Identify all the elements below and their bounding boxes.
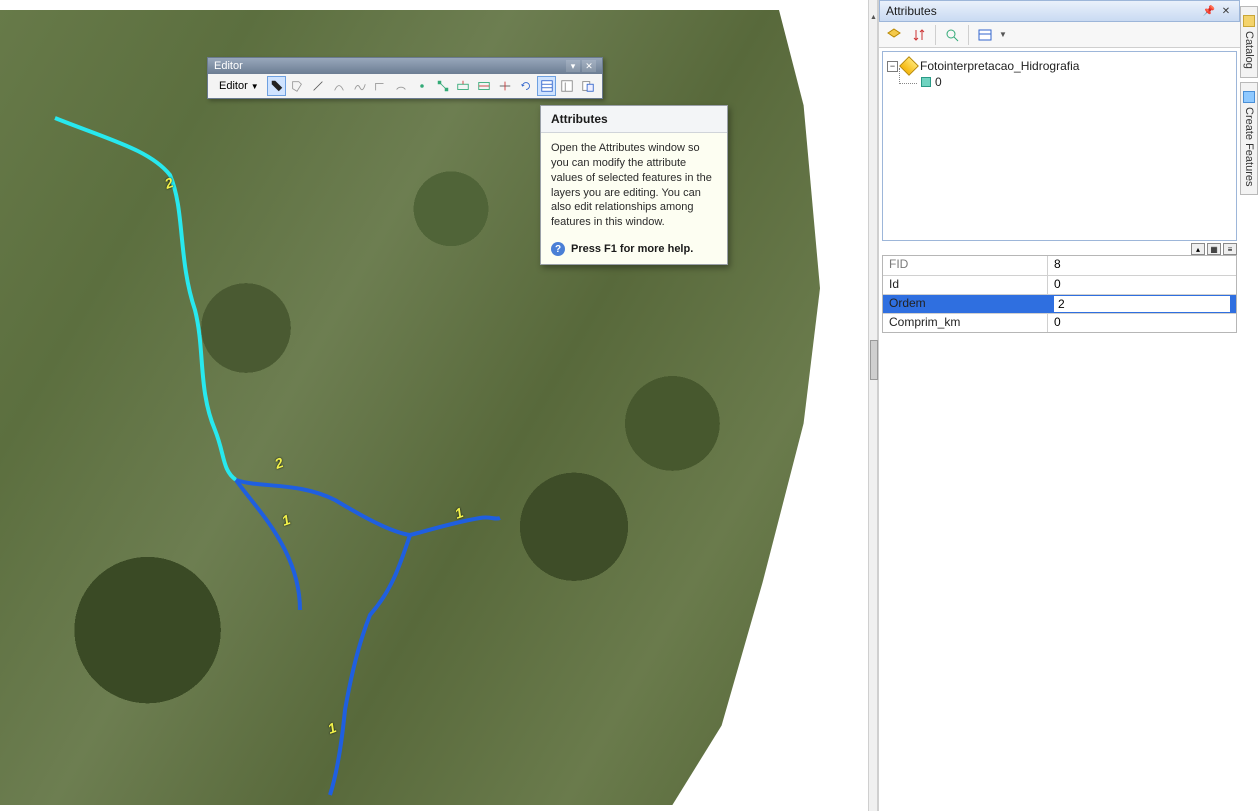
feature-tree[interactable]: − Fotointerpretacao_Hidrografia 0	[882, 51, 1237, 241]
attributes-panel: Attributes 📌 ✕ ▼ − Fotointerpretacao_Hid…	[878, 0, 1240, 811]
grid-key: Comprim_km	[883, 314, 1048, 332]
cut-polygons-tool[interactable]	[474, 76, 494, 96]
arc-segment-tool[interactable]	[329, 76, 349, 96]
docked-tabs: Catalog Create Features	[1240, 6, 1260, 199]
grid-value[interactable]: 0	[1048, 276, 1236, 294]
tab-catalog[interactable]: Catalog	[1240, 6, 1258, 78]
grid-row[interactable]: Id 0	[883, 275, 1236, 294]
edit-vertices-tool[interactable]	[433, 76, 453, 96]
tooltip-help-text: Press F1 for more help.	[571, 243, 693, 255]
grid-row[interactable]: Comprim_km 0	[883, 313, 1236, 332]
editor-toolbar[interactable]: Editor ▾ ✕ Editor ▼	[207, 57, 603, 99]
attributes-panel-toolbar: ▼	[879, 22, 1240, 48]
attributes-tooltip: Attributes Open the Attributes window so…	[540, 105, 728, 265]
map-view[interactable]: 2 2 1 1 1 Editor ▾ ✕ Editor ▼	[0, 0, 868, 811]
tooltip-help: ? Press F1 for more help.	[541, 236, 727, 264]
tooltip-body: Open the Attributes window so you can mo…	[541, 133, 727, 236]
edit-annotation-tool[interactable]	[287, 76, 307, 96]
grid-view-icon[interactable]: ▦	[1207, 243, 1221, 255]
close-icon[interactable]: ✕	[1219, 4, 1233, 18]
tree-layer-row[interactable]: − Fotointerpretacao_Hidrografia	[887, 58, 1232, 74]
grid-value[interactable]: 0	[1048, 314, 1236, 332]
point-tool[interactable]	[412, 76, 432, 96]
straight-segment-tool[interactable]	[308, 76, 328, 96]
attributes-button[interactable]	[537, 76, 557, 96]
splitter-collapse-icon[interactable]: ▲	[870, 14, 877, 21]
zoom-to-icon[interactable]	[941, 24, 963, 46]
splitter-grip[interactable]	[870, 340, 878, 380]
tab-create-features-label: Create Features	[1243, 107, 1255, 186]
grid-row: FID 8	[883, 256, 1236, 275]
attributes-panel-header[interactable]: Attributes 📌 ✕	[879, 0, 1240, 22]
layer-selection-icon[interactable]	[883, 24, 905, 46]
chevron-down-icon[interactable]: ▼	[999, 30, 1007, 39]
create-features-icon	[1243, 91, 1255, 103]
help-icon: ?	[551, 242, 565, 256]
ordem-input[interactable]	[1054, 296, 1230, 312]
pane-splitter[interactable]: ▲	[868, 0, 878, 811]
grid-row-selected[interactable]: Ordem	[883, 294, 1236, 313]
split-tool[interactable]	[495, 76, 515, 96]
tab-catalog-label: Catalog	[1243, 31, 1255, 69]
tooltip-title: Attributes	[541, 106, 727, 133]
tab-create-features[interactable]: Create Features	[1240, 82, 1258, 195]
toolbar-options-icon[interactable]: ▾	[566, 60, 580, 72]
tree-feature-label: 0	[935, 75, 942, 89]
sort-icon[interactable]	[908, 24, 930, 46]
endpoint-arc-tool[interactable]	[391, 76, 411, 96]
grid-key: Id	[883, 276, 1048, 294]
close-icon[interactable]: ✕	[582, 60, 596, 72]
grid-list-icon[interactable]: ≡	[1223, 243, 1237, 255]
catalog-icon	[1243, 15, 1255, 27]
attributes-panel-title: Attributes	[886, 4, 937, 18]
pin-icon[interactable]: 📌	[1202, 4, 1216, 18]
layer-icon	[899, 56, 919, 76]
reshape-tool[interactable]	[454, 76, 474, 96]
collapse-icon[interactable]: −	[887, 61, 898, 72]
grid-expand-icon[interactable]: ▴	[1191, 243, 1205, 255]
grid-key: FID	[883, 256, 1048, 275]
grid-value-editing[interactable]	[1048, 295, 1236, 313]
editor-toolbar-title[interactable]: Editor ▾ ✕	[208, 58, 602, 74]
chevron-down-icon: ▼	[251, 82, 259, 91]
editor-menu-label: Editor	[219, 80, 248, 92]
sketch-properties-button[interactable]	[557, 76, 577, 96]
tree-feature-row[interactable]: 0	[887, 74, 1232, 90]
attribute-grid[interactable]: FID 8 Id 0 Ordem Comprim_km 0	[882, 255, 1237, 333]
grid-value: 8	[1048, 256, 1236, 275]
editor-menu[interactable]: Editor ▼	[212, 77, 266, 95]
edit-tool[interactable]	[267, 76, 287, 96]
grid-key: Ordem	[883, 295, 1048, 313]
feature-icon	[921, 77, 931, 87]
table-options-icon[interactable]	[974, 24, 996, 46]
grid-controls: ▴ ▦ ≡	[879, 241, 1240, 255]
tree-layer-label: Fotointerpretacao_Hidrografia	[920, 59, 1079, 73]
editor-toolbar-title-text: Editor	[214, 60, 243, 72]
rotate-tool[interactable]	[516, 76, 536, 96]
trace-tool[interactable]	[350, 76, 370, 96]
create-features-button[interactable]	[578, 76, 598, 96]
right-angle-tool[interactable]	[371, 76, 391, 96]
